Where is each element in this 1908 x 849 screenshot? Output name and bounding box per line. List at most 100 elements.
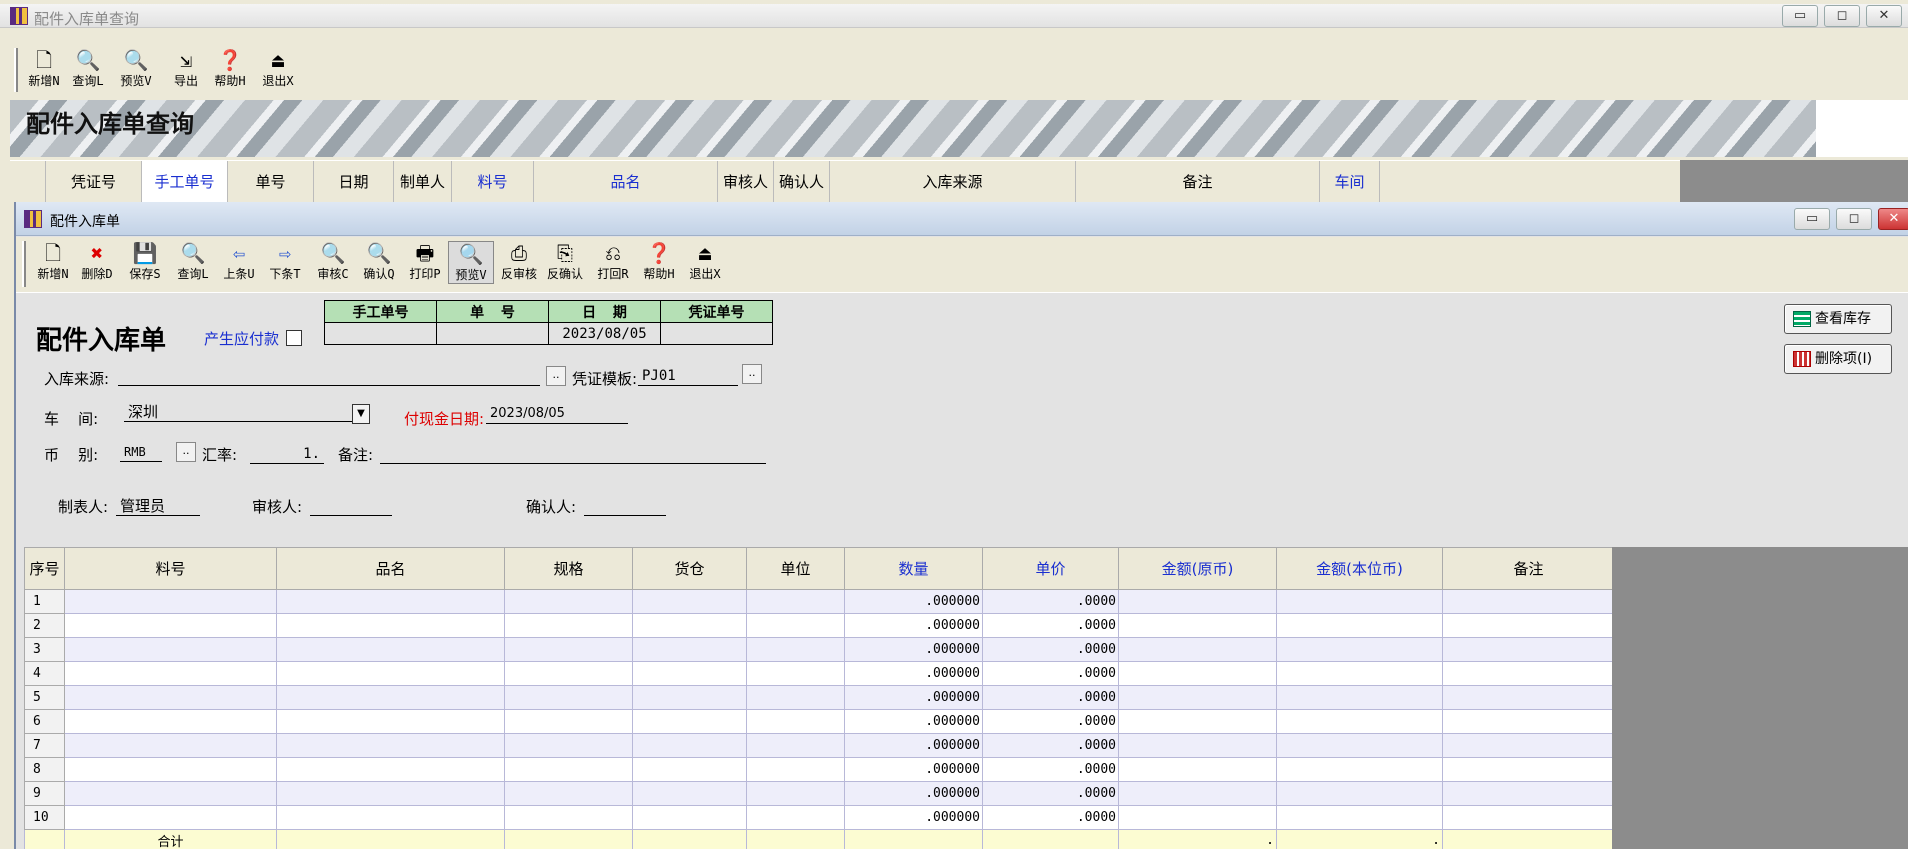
currency-browse-button[interactable]: .. xyxy=(176,442,196,462)
query-column-header[interactable]: 确认人 xyxy=(774,161,830,203)
grid-cell[interactable] xyxy=(504,661,633,686)
grid-cell[interactable] xyxy=(64,709,277,734)
rate-field[interactable]: 1. xyxy=(250,444,324,464)
grid-cell[interactable] xyxy=(1276,781,1443,806)
row-number[interactable]: 5 xyxy=(24,685,65,710)
grid-cell[interactable] xyxy=(632,637,747,662)
toolbar-button-reject[interactable]: ⎌ 打回R xyxy=(590,241,636,282)
grid-cell[interactable] xyxy=(1442,589,1615,614)
creator-field[interactable]: 管理员 xyxy=(116,496,200,516)
toolbar-button-query[interactable]: 🔍 查询L xyxy=(170,241,216,282)
grid-cell[interactable] xyxy=(1118,757,1277,782)
grid-cell[interactable] xyxy=(1118,781,1277,806)
grid-cell[interactable] xyxy=(1276,637,1443,662)
grid-cell[interactable] xyxy=(632,661,747,686)
qty-cell[interactable]: .000000 xyxy=(844,781,983,806)
grid-cell[interactable] xyxy=(1442,709,1615,734)
row-number[interactable]: 9 xyxy=(24,781,65,806)
grid-cell[interactable] xyxy=(504,589,633,614)
grid-cell[interactable] xyxy=(276,637,505,662)
grid-cell[interactable] xyxy=(1276,613,1443,638)
price-cell[interactable]: .0000 xyxy=(982,805,1119,830)
source-field[interactable] xyxy=(118,366,540,386)
toolbar-grip[interactable] xyxy=(14,48,18,92)
grid-cell[interactable] xyxy=(746,757,845,782)
maximize-icon[interactable]: ◻ xyxy=(1824,5,1860,27)
grid-cell[interactable] xyxy=(1442,613,1615,638)
toolbar-button-confirm[interactable]: 🔍 确认Q xyxy=(356,241,402,282)
grid-cell[interactable] xyxy=(632,589,747,614)
grid-column-header[interactable]: 金额(原币) xyxy=(1118,547,1277,590)
grid-cell[interactable] xyxy=(632,709,747,734)
grid-column-header[interactable]: 规格 xyxy=(504,547,633,590)
query-column-header[interactable]: 料号 xyxy=(452,161,534,203)
grid-cell[interactable] xyxy=(276,781,505,806)
grid-cell[interactable] xyxy=(746,685,845,710)
query-column-header[interactable]: 车间 xyxy=(1320,161,1380,203)
grid-cell[interactable] xyxy=(276,733,505,758)
grid-cell[interactable] xyxy=(1276,685,1443,710)
grid-cell[interactable] xyxy=(276,613,505,638)
grid-column-header[interactable]: 备注 xyxy=(1442,547,1615,590)
grid-cell[interactable] xyxy=(1118,733,1277,758)
query-column-header[interactable]: 品名 xyxy=(534,161,718,203)
row-number[interactable]: 2 xyxy=(24,613,65,638)
grid-cell[interactable] xyxy=(64,757,277,782)
grid-column-header[interactable]: 单价 xyxy=(982,547,1119,590)
grid-cell[interactable] xyxy=(1442,781,1615,806)
toolbar-button-delete[interactable]: ✖ 删除D xyxy=(74,241,120,282)
grid-column-header[interactable]: 序号 xyxy=(24,547,65,590)
qty-cell[interactable]: .000000 xyxy=(844,805,983,830)
grid-cell[interactable] xyxy=(276,589,505,614)
grid-cell[interactable] xyxy=(64,781,277,806)
toolbar-button-save[interactable]: 💾 保存S xyxy=(122,241,168,282)
grid-cell[interactable] xyxy=(1118,613,1277,638)
grid-cell[interactable] xyxy=(632,613,747,638)
grid-cell[interactable] xyxy=(632,733,747,758)
price-cell[interactable]: .0000 xyxy=(982,709,1119,734)
grid-column-header[interactable]: 金额(本位币) xyxy=(1276,547,1443,590)
qty-cell[interactable]: .000000 xyxy=(844,589,983,614)
header-table-value[interactable] xyxy=(324,322,437,345)
query-column-header[interactable]: 凭证号 xyxy=(46,161,142,203)
qty-cell[interactable]: .000000 xyxy=(844,757,983,782)
qty-cell[interactable]: .000000 xyxy=(844,637,983,662)
row-number[interactable]: 8 xyxy=(24,757,65,782)
grid-cell[interactable] xyxy=(276,661,505,686)
grid-cell[interactable] xyxy=(1118,661,1277,686)
grid-cell[interactable] xyxy=(64,661,277,686)
row-number[interactable]: 1 xyxy=(24,589,65,614)
row-number[interactable]: 3 xyxy=(24,637,65,662)
grid-cell[interactable] xyxy=(746,661,845,686)
grid-cell[interactable] xyxy=(504,613,633,638)
price-cell[interactable]: .0000 xyxy=(982,613,1119,638)
price-cell[interactable]: .0000 xyxy=(982,661,1119,686)
grid-cell[interactable] xyxy=(64,733,277,758)
toolbar-button-help[interactable]: ❓ 帮助H xyxy=(636,241,682,282)
grid-cell[interactable] xyxy=(1276,805,1443,830)
qty-cell[interactable]: .000000 xyxy=(844,709,983,734)
toolbar-button-preview[interactable]: 🔍 预览V xyxy=(448,241,494,284)
qty-cell[interactable]: .000000 xyxy=(844,733,983,758)
grid-cell[interactable] xyxy=(64,589,277,614)
price-cell[interactable]: .0000 xyxy=(982,589,1119,614)
voucher-template-field[interactable]: PJ01 xyxy=(638,366,738,386)
price-cell[interactable]: .0000 xyxy=(982,781,1119,806)
grid-cell[interactable] xyxy=(1442,661,1615,686)
grid-cell[interactable] xyxy=(1442,685,1615,710)
grid-column-header[interactable]: 单位 xyxy=(746,547,845,590)
grid-cell[interactable] xyxy=(746,613,845,638)
toolbar-button-print[interactable]: 🖶 打印P xyxy=(402,241,448,282)
price-cell[interactable]: .0000 xyxy=(982,733,1119,758)
toolbar-button-exit[interactable]: ⏏ 退出X xyxy=(256,48,300,89)
confirmer-field[interactable] xyxy=(584,496,666,516)
minimize-icon[interactable]: ▭ xyxy=(1794,208,1830,230)
grid-cell[interactable] xyxy=(1442,805,1615,830)
grid-cell[interactable] xyxy=(1442,637,1615,662)
grid-cell[interactable] xyxy=(504,781,633,806)
grid-cell[interactable] xyxy=(1276,709,1443,734)
price-cell[interactable]: .0000 xyxy=(982,757,1119,782)
chevron-down-icon[interactable]: ▼ xyxy=(352,404,370,424)
row-number[interactable]: 10 xyxy=(24,805,65,830)
qty-cell[interactable]: .000000 xyxy=(844,613,983,638)
